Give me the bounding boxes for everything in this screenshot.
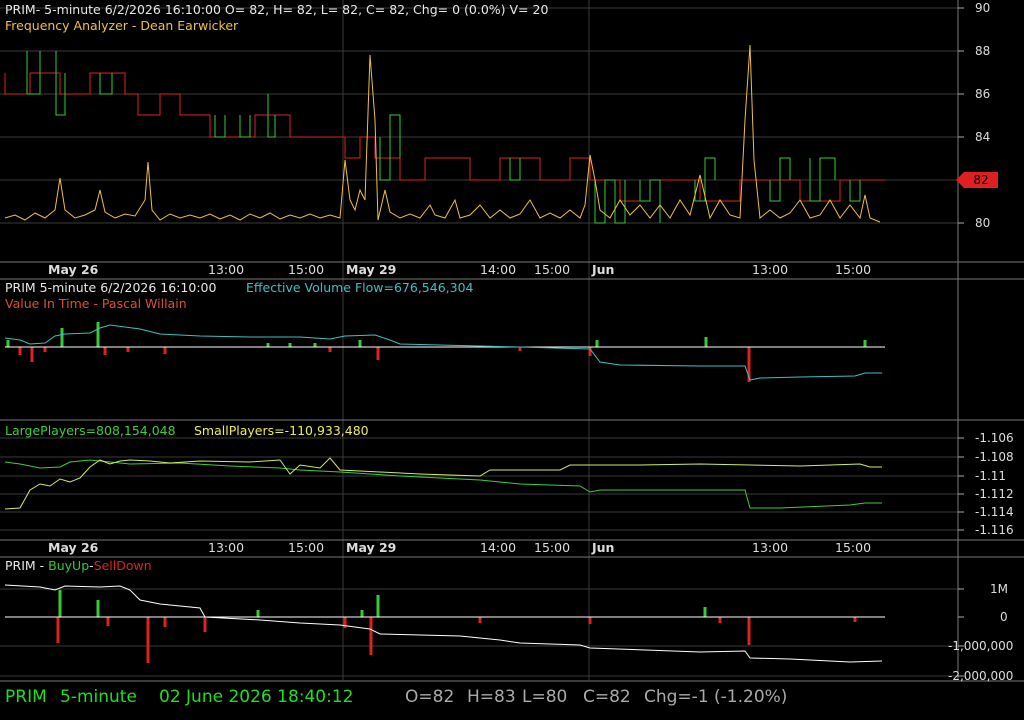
large-players-line bbox=[4, 459, 882, 509]
date-label: 15:00 bbox=[288, 540, 325, 555]
value-in-time-label: Value In Time - Pascal Willain bbox=[5, 296, 187, 311]
legend-prefix: PRIM - bbox=[5, 558, 49, 573]
panel4-bars bbox=[56, 590, 857, 663]
buyup-axis-tick: 1M bbox=[990, 582, 1008, 596]
date-label: 15:00 bbox=[534, 540, 571, 555]
price-axis-tick: 86 bbox=[975, 87, 991, 101]
date-label: 15:00 bbox=[835, 540, 872, 555]
status-high: H=83 bbox=[467, 687, 516, 707]
status-bar: PRIM 5-minute 02 June 2026 18:40:12 O=82… bbox=[0, 683, 1024, 711]
price-panel-title: PRIM- 5-minute 6/2/2026 16:10:00 O= 82, … bbox=[5, 2, 549, 17]
date-label: May 29 bbox=[346, 262, 397, 277]
panel-borders bbox=[0, 0, 1024, 682]
status-datetime: 02 June 2026 18:40:12 bbox=[159, 687, 354, 707]
large-players-label: LargePlayers=808,154,048 bbox=[5, 423, 176, 438]
date-label: 15:00 bbox=[288, 262, 325, 277]
date-label: 15:00 bbox=[534, 262, 571, 277]
legend-buyup: BuyUp bbox=[48, 558, 90, 573]
evf-panel-symbol: PRIM 5-minute 6/2/2026 16:10:00 bbox=[5, 280, 217, 295]
date-label: 13:00 bbox=[208, 262, 245, 277]
players-axis-tick: -1.116 bbox=[975, 523, 1014, 537]
players-axis-tick: -1.106 bbox=[975, 431, 1014, 445]
players-axis-tick: -1.112 bbox=[975, 487, 1014, 501]
axis-ticks bbox=[958, 7, 964, 677]
price-axis-tick: 88 bbox=[975, 44, 991, 58]
evf-value: Effective Volume Flow=676,546,304 bbox=[246, 280, 474, 295]
buyup-selldown-legend: PRIM - BuyUp-SellDown bbox=[5, 558, 152, 573]
players-axis-tick: -1.108 bbox=[975, 450, 1014, 464]
date-label: Jun bbox=[592, 540, 615, 555]
date-label: May 26 bbox=[48, 262, 99, 277]
chart-canvas[interactable] bbox=[0, 0, 1024, 720]
buyup-axis-tick: -2,000,000 bbox=[948, 669, 1014, 683]
date-label: Jun bbox=[592, 262, 615, 277]
buyup-axis-tick: -1,000,000 bbox=[948, 639, 1014, 653]
price-axis-tick: 84 bbox=[975, 130, 991, 144]
date-label: 13:00 bbox=[752, 540, 789, 555]
price-axis-tick: 90 bbox=[975, 1, 991, 15]
status-low: L=80 bbox=[522, 687, 568, 707]
date-label: 14:00 bbox=[480, 262, 517, 277]
status-interval: 5-minute bbox=[60, 687, 137, 707]
panel2-bars bbox=[6, 322, 867, 382]
date-label: 13:00 bbox=[752, 262, 789, 277]
status-close: C=82 bbox=[583, 687, 631, 707]
date-label: 15:00 bbox=[835, 262, 872, 277]
status-open: O=82 bbox=[405, 687, 455, 707]
date-label: May 29 bbox=[346, 540, 397, 555]
date-label: May 26 bbox=[48, 540, 99, 555]
frequency-analyzer-line bbox=[4, 44, 881, 223]
legend-selldown: SellDown bbox=[93, 558, 152, 573]
players-axis-tick: -1.11 bbox=[975, 469, 1007, 483]
small-players-label: SmallPlayers=-110,933,480 bbox=[194, 423, 369, 438]
gridlines bbox=[0, 0, 958, 680]
players-axis-tick: -1.114 bbox=[975, 505, 1014, 519]
frequency-analyzer-label: Frequency Analyzer - Dean Earwicker bbox=[5, 18, 239, 33]
status-symbol: PRIM bbox=[5, 687, 47, 707]
buyup-axis-tick: 0 bbox=[1000, 610, 1008, 624]
date-label: 14:00 bbox=[480, 540, 517, 555]
small-players-line bbox=[4, 457, 882, 510]
status-change: Chg=-1 (-1.20%) bbox=[644, 687, 788, 707]
date-label: 13:00 bbox=[208, 540, 245, 555]
last-price-tag: 82 bbox=[956, 172, 998, 188]
price-axis-tick: 80 bbox=[975, 216, 991, 230]
